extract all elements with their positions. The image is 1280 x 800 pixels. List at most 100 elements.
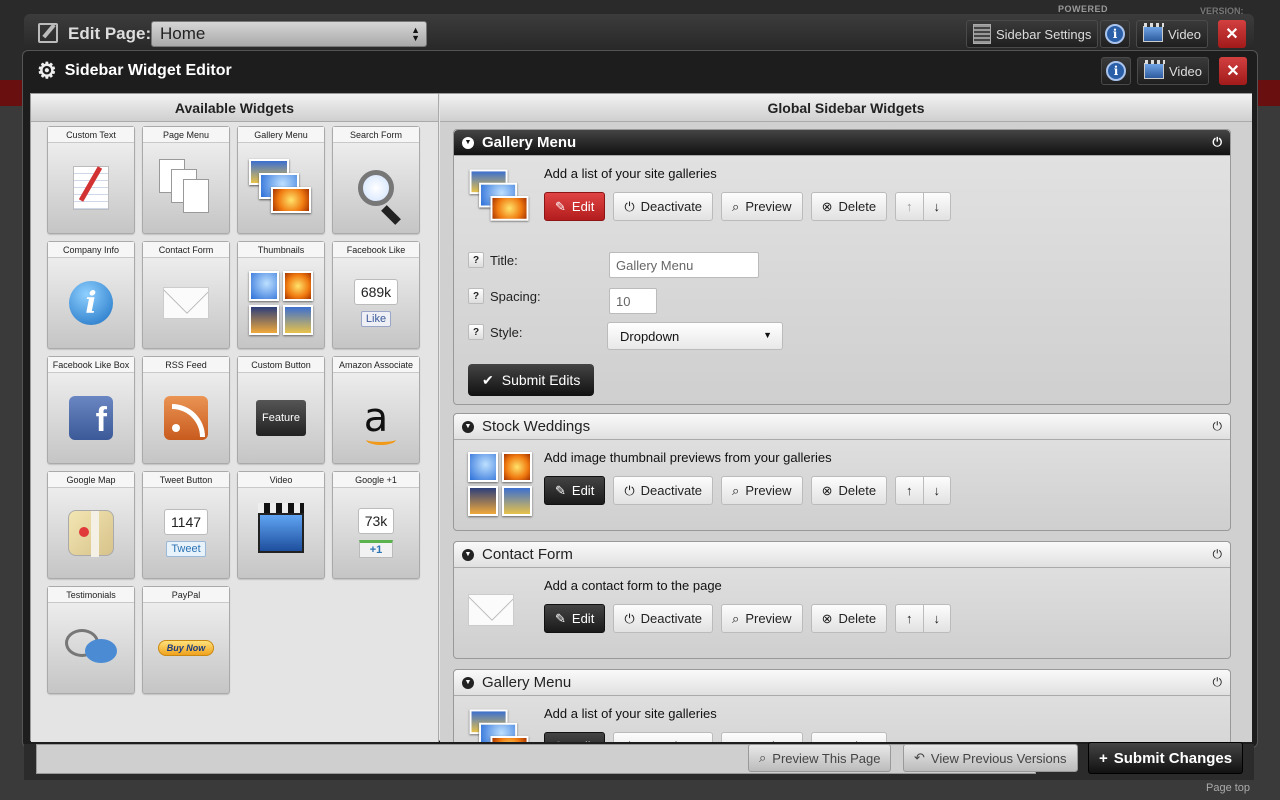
like-badge: Like <box>360 311 392 327</box>
tile-page-menu[interactable]: Page Menu <box>142 126 230 234</box>
tile-google-plus[interactable]: Google +1 73k +1 <box>332 471 420 579</box>
widget-title: Contact Form <box>482 546 573 563</box>
tile-testimonials[interactable]: Testimonials <box>47 586 135 694</box>
style-select-value: Dropdown <box>620 329 680 344</box>
modal-body: Available Widgets Custom Text Page Menu … <box>30 93 1252 742</box>
edit-button[interactable]: ✎ Edit <box>544 604 606 633</box>
collapse-icon[interactable]: ▼ <box>462 420 474 433</box>
edit-button[interactable]: ✎ Edit <box>544 476 606 505</box>
modal-info-button[interactable]: i <box>1101 57 1131 85</box>
tile-label: Amazon Associate <box>333 357 419 373</box>
help-icon[interactable]: ? <box>468 324 484 340</box>
edit-button[interactable]: ✎ Edit <box>544 732 606 742</box>
pencil-icon: ✎ <box>555 482 566 498</box>
delete-label: Delete <box>838 199 877 214</box>
page-select[interactable]: Home ▲ ▼ <box>151 21 427 47</box>
sidebar-settings-button[interactable]: Sidebar Settings <box>966 20 1099 48</box>
tile-tweet-button[interactable]: Tweet Button 1147 Tweet <box>142 471 230 579</box>
submit-edits-button[interactable]: ✔ Submit Edits <box>468 364 595 396</box>
widget-header[interactable]: ▼ Stock Weddings ⏻ <box>454 414 1230 440</box>
facebook-icon: f <box>69 396 113 440</box>
powered-by-label: POWERED <box>1058 4 1109 14</box>
tile-custom-button[interactable]: Custom Button Feature <box>237 356 325 464</box>
top-video-button[interactable]: Video <box>1136 20 1209 48</box>
power-icon[interactable]: ⏻ <box>1213 547 1223 562</box>
deactivate-button[interactable]: ⏻ Deactivate <box>613 192 714 221</box>
help-icon[interactable]: ? <box>468 288 484 304</box>
view-previous-versions-button[interactable]: ↶ View Previous Versions <box>903 744 1078 772</box>
widget-header[interactable]: ▼ Gallery Menu ⏻ <box>454 130 1230 156</box>
widget-header[interactable]: ▼ Contact Form ⏻ <box>454 542 1230 568</box>
video-icon <box>1143 23 1164 42</box>
move-up-button[interactable]: ↑ <box>895 192 924 221</box>
tile-gallery-menu[interactable]: Gallery Menu <box>237 126 325 234</box>
sidebar-icon <box>973 24 991 44</box>
tile-google-map[interactable]: Google Map <box>47 471 135 579</box>
move-down-button[interactable]: ↓ <box>923 604 952 633</box>
sidebar-widget-editor-modal: ⚙ Sidebar Widget Editor i Video ✕ Availa… <box>22 50 1258 748</box>
preview-this-page-button[interactable]: ⌕ Preview This Page <box>748 744 892 772</box>
preview-button[interactable]: ⌕ Preview <box>721 476 803 505</box>
power-icon: ⏻ <box>624 482 635 498</box>
deactivate-button[interactable]: ⏻ Deactivate <box>613 604 714 633</box>
close-edit-bar-button[interactable]: ✕ <box>1218 20 1246 48</box>
spacing-field-row: ? Spacing: <box>468 288 541 304</box>
tile-contact-form[interactable]: Contact Form <box>142 241 230 349</box>
tile-facebook-like[interactable]: Facebook Like 689k Like <box>332 241 420 349</box>
deactivate-button[interactable]: ⏻ Deactivate <box>613 476 714 505</box>
move-down-button[interactable]: ↓ <box>923 192 952 221</box>
delete-label: Delete <box>838 611 877 626</box>
preview-button[interactable]: ⌕ Preview <box>721 732 803 742</box>
power-icon[interactable]: ⏻ <box>1213 675 1223 690</box>
tile-facebook-like-box[interactable]: Facebook Like Box f <box>47 356 135 464</box>
page-top-link[interactable]: Page top <box>1206 782 1250 794</box>
top-info-button[interactable]: i <box>1100 20 1130 48</box>
spacing-input[interactable]: 10 <box>609 288 657 314</box>
tile-thumbnails[interactable]: Thumbnails <box>237 241 325 349</box>
collapse-icon[interactable]: ▼ <box>462 136 474 149</box>
delete-button[interactable]: ⊗ Delete <box>810 476 888 505</box>
style-label: Style: <box>490 324 523 340</box>
like-count: 689k <box>353 279 399 305</box>
move-up-button[interactable]: ↑ <box>895 476 924 505</box>
preview-button[interactable]: ⌕ Preview <box>721 604 803 633</box>
preview-button[interactable]: ⌕ Preview <box>721 192 803 221</box>
delete-button[interactable]: ⊗ Delete <box>810 732 888 742</box>
collapse-icon[interactable]: ▼ <box>462 548 474 561</box>
delete-label: Delete <box>838 483 877 498</box>
tile-custom-text[interactable]: Custom Text <box>47 126 135 234</box>
title-input[interactable]: Gallery Menu <box>609 252 759 278</box>
modal-video-button[interactable]: Video <box>1137 57 1210 85</box>
collapse-icon[interactable]: ▼ <box>462 676 474 689</box>
edit-label: Edit <box>571 483 595 498</box>
close-modal-button[interactable]: ✕ <box>1219 57 1247 85</box>
widget-description: Add a list of your site galleries <box>544 166 717 181</box>
power-icon[interactable]: ⏻ <box>1213 419 1223 434</box>
magnifier-icon <box>358 170 394 206</box>
edit-label: Edit <box>571 611 595 626</box>
move-down-button[interactable]: ↓ <box>923 476 952 505</box>
delete-button[interactable]: ⊗ Delete <box>810 604 888 633</box>
tweet-badge: Tweet <box>166 541 206 557</box>
power-icon[interactable]: ⏻ <box>1213 135 1223 150</box>
help-icon[interactable]: ? <box>468 252 484 268</box>
widget-header[interactable]: ▼ Gallery Menu ⏻ <box>454 670 1230 696</box>
tile-search-form[interactable]: Search Form <box>332 126 420 234</box>
notepad-icon <box>73 166 109 210</box>
tile-video[interactable]: Video <box>237 471 325 579</box>
envelope-thumb <box>468 594 514 626</box>
delete-button[interactable]: ⊗ Delete <box>810 192 888 221</box>
tile-label: Thumbnails <box>238 242 324 258</box>
tile-company-info[interactable]: Company Info i <box>47 241 135 349</box>
move-up-button[interactable]: ↑ <box>895 604 924 633</box>
deactivate-button[interactable]: ⏻ Deactivate <box>613 732 714 742</box>
tile-paypal[interactable]: PayPal Buy Now <box>142 586 230 694</box>
tile-rss-feed[interactable]: RSS Feed <box>142 356 230 464</box>
tile-label: Facebook Like <box>333 242 419 258</box>
tile-amazon-associate[interactable]: Amazon Associate a <box>332 356 420 464</box>
style-select[interactable]: Dropdown ▼ <box>607 322 783 350</box>
plus-badge: +1 <box>358 540 394 558</box>
submit-changes-button[interactable]: + Submit Changes <box>1088 742 1244 774</box>
feature-button-icon: Feature <box>256 400 306 436</box>
edit-button[interactable]: ✎ Edit <box>544 192 606 221</box>
